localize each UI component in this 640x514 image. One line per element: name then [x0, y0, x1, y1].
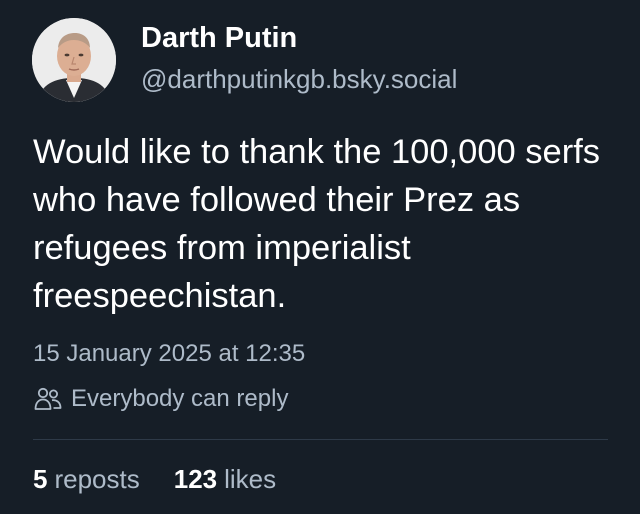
divider — [33, 439, 608, 440]
reposts-label: reposts — [54, 464, 140, 494]
post-card: Darth Putin @darthputinkgb.bsky.social W… — [0, 0, 640, 514]
reposts-stat[interactable]: 5 reposts — [33, 464, 140, 495]
author-display-name[interactable]: Darth Putin — [141, 22, 297, 55]
reply-setting-label: Everybody can reply — [71, 385, 289, 412]
likes-count: 123 — [173, 464, 218, 494]
author-handle[interactable]: @darthputinkgb.bsky.social — [141, 64, 457, 95]
post-timestamp[interactable]: 15 January 2025 at 12:35 — [33, 340, 305, 368]
reposts-count: 5 — [33, 464, 48, 494]
likes-stat[interactable]: 123 likes — [174, 464, 276, 495]
profile-photo-icon — [32, 18, 116, 102]
author-avatar[interactable] — [32, 18, 116, 102]
post-body-text: Would like to thank the 100,000 serfs wh… — [33, 133, 601, 315]
engagement-stats: 5 reposts 123 likes — [33, 464, 276, 495]
reply-setting: Everybody can reply — [33, 384, 288, 414]
people-icon — [33, 384, 63, 414]
likes-label: likes — [224, 464, 277, 494]
